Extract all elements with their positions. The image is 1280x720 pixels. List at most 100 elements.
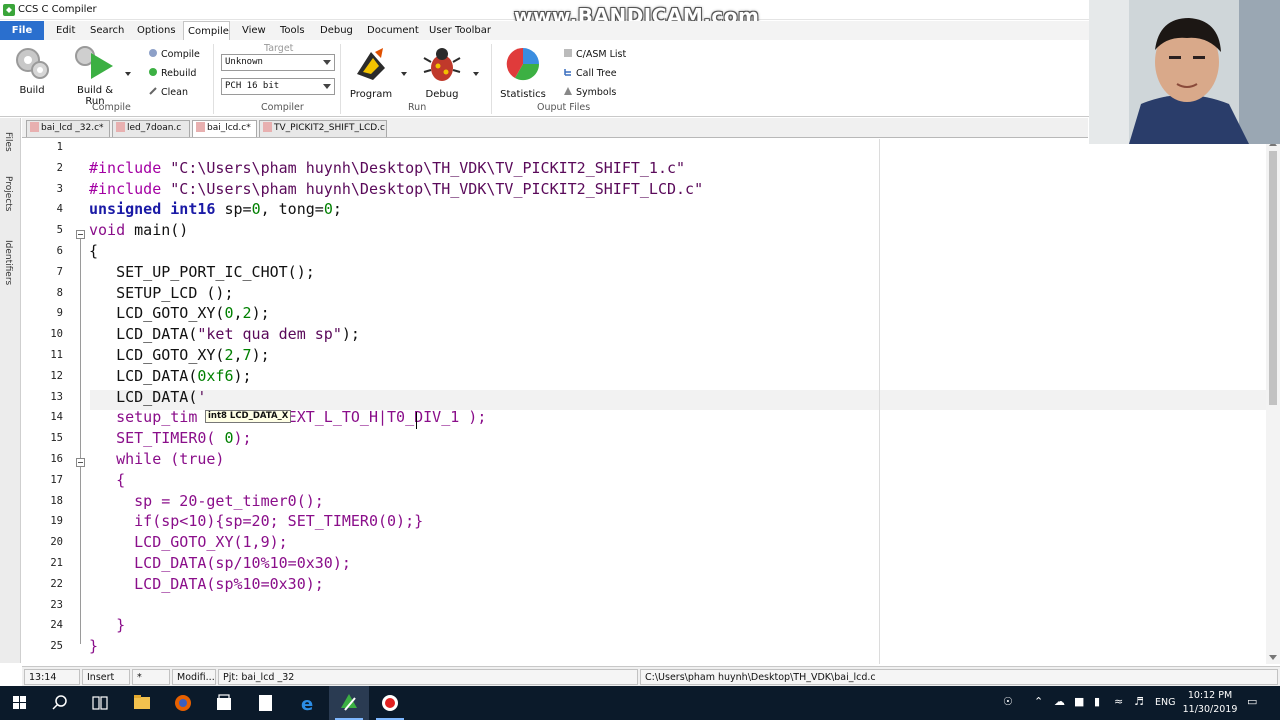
record-icon: [382, 695, 398, 711]
insert-mode: Insert: [82, 669, 130, 685]
menu-document[interactable]: Document: [363, 21, 423, 40]
casm-list-button[interactable]: C/ASM List: [563, 48, 626, 60]
scroll-thumb[interactable]: [1269, 151, 1277, 405]
menu-debug[interactable]: Debug: [316, 21, 357, 40]
tray-app-icon[interactable]: ■: [1074, 695, 1084, 708]
tab-bai-lcd-32[interactable]: bai_lcd _32.c*: [26, 120, 110, 137]
window-title: CCS C Compiler: [18, 4, 97, 15]
fold-toggle-icon[interactable]: [76, 230, 85, 239]
menu-file[interactable]: File: [0, 21, 44, 40]
taskbar-edge[interactable]: e: [288, 686, 328, 720]
code-line: #include "C:\Users\pham huynh\Desktop\TH…: [89, 158, 685, 178]
code-line: LCD_GOTO_XY(1,9);: [89, 532, 288, 552]
code-token: "ket qua dem sp": [197, 325, 342, 344]
webcam-person-image: [1089, 0, 1280, 144]
tab-led-7doan[interactable]: led_7doan.c: [112, 120, 190, 137]
build-run-dropdown-icon[interactable]: [125, 72, 131, 76]
c-file-icon: [263, 122, 272, 132]
debug-button[interactable]: Debug: [419, 44, 465, 100]
line-number: 19: [50, 515, 63, 528]
battery-icon[interactable]: ▮: [1094, 695, 1100, 708]
compiler-select[interactable]: PCH 16 bit: [221, 78, 335, 95]
code-line: #include "C:\Users\pham huynh\Desktop\TH…: [89, 179, 703, 199]
line-number: 6: [56, 245, 63, 257]
taskbar-file-explorer[interactable]: [122, 686, 162, 720]
compile-button[interactable]: Compile: [148, 48, 200, 60]
volume-icon[interactable]: ♬: [1134, 695, 1144, 708]
call-tree-button[interactable]: Call Tree: [563, 67, 617, 79]
vertical-scrollbar[interactable]: [1266, 139, 1280, 664]
menu-options[interactable]: Options: [133, 21, 180, 40]
code-token: SET_TIMER0(: [89, 429, 225, 448]
search-icon: [52, 695, 67, 710]
clean-button[interactable]: Clean: [148, 86, 188, 98]
cloud-icon[interactable]: ☁: [1054, 695, 1065, 708]
tree-icon: [564, 69, 571, 76]
menu-search[interactable]: Search: [86, 21, 128, 40]
statistics-button[interactable]: Statistics: [500, 44, 546, 100]
debug-dropdown-icon[interactable]: [473, 72, 479, 76]
status-bar: 13:14 Insert * Modifi... Pjt: bai_lcd _3…: [22, 666, 1280, 686]
search-button[interactable]: [40, 686, 80, 720]
code-line: unsigned int16 sp=0, tong=0;: [89, 199, 342, 219]
line-number: 7: [56, 265, 63, 278]
code-token: LCD_DATA(: [89, 325, 198, 344]
wifi-icon[interactable]: ≈: [1114, 695, 1123, 708]
code-token: {: [89, 242, 99, 260]
menu-compile[interactable]: Compile: [183, 21, 230, 40]
notifications-icon[interactable]: ▭: [1247, 695, 1257, 708]
clock[interactable]: 10:12 PM 11/30/2019: [1180, 689, 1240, 717]
projects-panel-tab[interactable]: Projects: [3, 176, 13, 211]
target-select[interactable]: Unknown: [221, 54, 335, 71]
taskbar-bandicam[interactable]: [370, 686, 410, 720]
taskbar-firefox[interactable]: [163, 686, 203, 720]
code-line: LCD_GOTO_XY(2,7);: [89, 345, 270, 365]
ccs-compiler-icon: [341, 694, 357, 711]
code-editor[interactable]: 1 2 3 4 5 6 7 8 9 10 11 12 13 14 15 16 17 18 19 20 21 22 23 24 2…: [22, 139, 1266, 664]
chevron-up-icon[interactable]: ⌃: [1034, 695, 1043, 708]
code-line: LCD_GOTO_XY(0,2);: [89, 303, 270, 323]
scroll-down-icon[interactable]: [1269, 655, 1277, 660]
line-number: 4: [56, 203, 63, 216]
rebuild-button[interactable]: Rebuild: [148, 67, 196, 79]
store-icon: [217, 694, 231, 710]
code-token: LCD_GOTO_XY(: [89, 346, 225, 364]
taskbar-ccs-compiler[interactable]: [329, 686, 369, 720]
code-token: 2: [242, 304, 252, 323]
compile-icon: [149, 49, 157, 57]
people-icon[interactable]: ☉: [1003, 695, 1013, 708]
code-token: #include: [89, 179, 171, 198]
build-button[interactable]: Build: [10, 44, 54, 96]
start-button[interactable]: [0, 686, 40, 720]
taskbar-app[interactable]: [246, 686, 286, 720]
identifiers-panel-tab[interactable]: Identifiers: [3, 240, 13, 285]
code-token: 0: [323, 200, 333, 219]
menu-edit[interactable]: Edit: [52, 21, 79, 40]
program-dropdown-icon[interactable]: [401, 72, 407, 76]
build-run-button[interactable]: Build & Run: [66, 44, 124, 107]
taskbar-store[interactable]: [204, 686, 244, 720]
symbols-button[interactable]: Symbols: [563, 86, 616, 98]
code-line: {: [89, 470, 125, 490]
menu-tools[interactable]: Tools: [276, 21, 309, 40]
language-indicator[interactable]: ENG: [1155, 697, 1175, 708]
autocomplete-tooltip: int8 LCD_DATA_X: [205, 410, 292, 423]
files-panel-tab[interactable]: Files: [3, 132, 13, 152]
tab-tv-pickit2-shift-lcd[interactable]: TV_PICKIT2_SHIFT_LCD.c: [259, 120, 387, 137]
right-margin-guide: [879, 139, 880, 664]
tab-bai-lcd[interactable]: bai_lcd.c*: [192, 120, 257, 137]
code-line: LCD_DATA(0xf6);: [89, 366, 251, 386]
line-number: 5: [56, 224, 63, 237]
code-token: }: [89, 616, 126, 635]
menu-view[interactable]: View: [238, 21, 270, 40]
menu-user-toolbar[interactable]: User Toolbar: [425, 21, 495, 40]
fold-toggle-icon[interactable]: [76, 458, 85, 467]
code-token: unsigned int16: [89, 200, 216, 219]
task-view-button[interactable]: [80, 686, 120, 720]
code-token: 0xf6: [197, 366, 234, 385]
program-button[interactable]: Program: [349, 44, 393, 100]
line-number: 24: [50, 619, 63, 632]
title-bar: CCS C Compiler www.BANDICAM.com: [0, 0, 1280, 28]
code-token: LCD_DATA(sp/10%10=0x30);: [89, 554, 351, 572]
target-label: Target: [264, 43, 294, 54]
